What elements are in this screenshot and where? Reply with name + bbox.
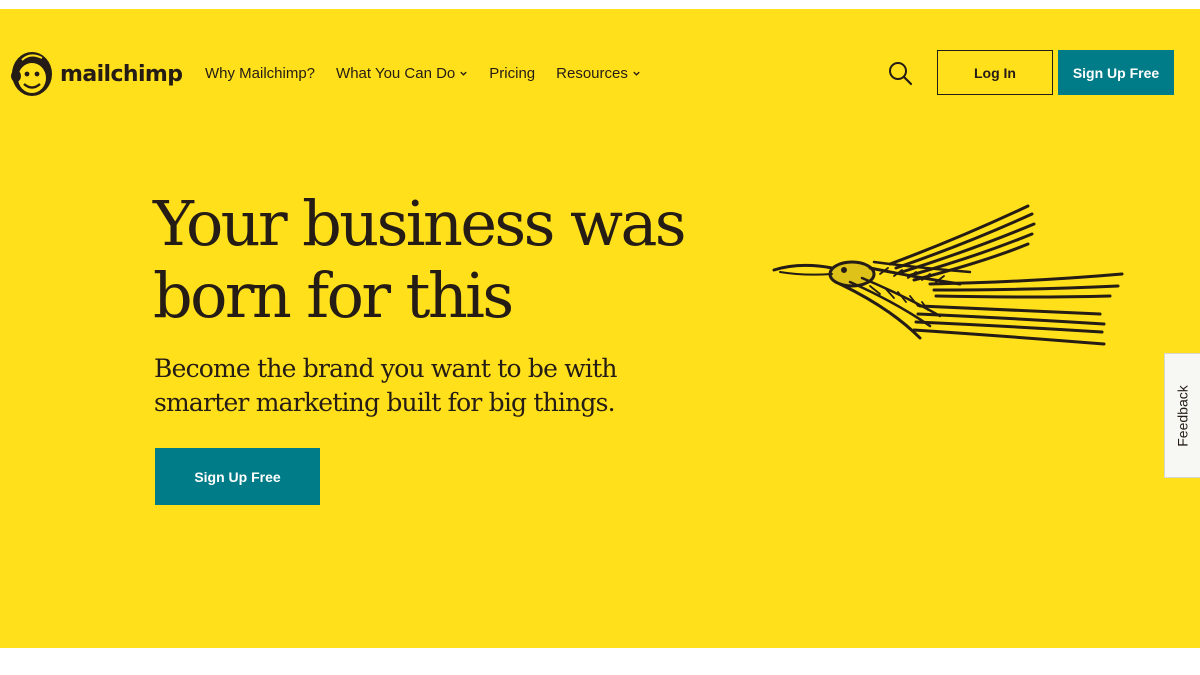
search-icon xyxy=(889,62,913,86)
nav-why-mailchimp[interactable]: Why Mailchimp? xyxy=(205,65,315,82)
hero-headline-line-2: born for this xyxy=(153,259,514,332)
nav-item-label: What You Can Do xyxy=(336,64,456,82)
hero-subheading-line-2: smarter marketing built for big things. xyxy=(154,388,616,417)
search-button[interactable] xyxy=(886,59,914,87)
chevron-down-icon xyxy=(633,71,640,76)
nav-item-label: Why Mailchimp? xyxy=(205,64,316,82)
hero-headline-line-1: Your business was xyxy=(153,187,687,260)
hero-headline: Your business was born for this xyxy=(153,188,773,332)
signup-button-hero[interactable]: Sign Up Free xyxy=(155,448,320,505)
mailchimp-logo[interactable]: mailchimp xyxy=(8,46,193,100)
nav-pricing[interactable]: Pricing xyxy=(489,65,535,82)
nav-item-label: Pricing xyxy=(489,64,536,82)
chevron-down-icon xyxy=(460,71,467,76)
hero-subheading-line-1: Become the brand you want to be with xyxy=(154,354,617,383)
nav-resources[interactable]: Resources xyxy=(556,65,641,82)
feedback-tab[interactable]: Feedback xyxy=(1164,353,1200,478)
login-button[interactable]: Log In xyxy=(937,50,1053,95)
freddie-logo-icon xyxy=(11,52,52,96)
signup-button-header[interactable]: Sign Up Free xyxy=(1058,50,1174,95)
nav-item-label: Resources xyxy=(556,64,628,82)
nav-what-you-can-do[interactable]: What You Can Do xyxy=(336,65,468,82)
feedback-label: Feedback xyxy=(1174,384,1191,447)
brand-name: mailchimp xyxy=(60,61,183,87)
hero-subheading: Become the brand you want to be with sma… xyxy=(154,352,714,420)
bird-illustration xyxy=(772,204,1124,346)
main-nav: Why Mailchimp? What You Can Do Pricing R… xyxy=(205,63,662,83)
